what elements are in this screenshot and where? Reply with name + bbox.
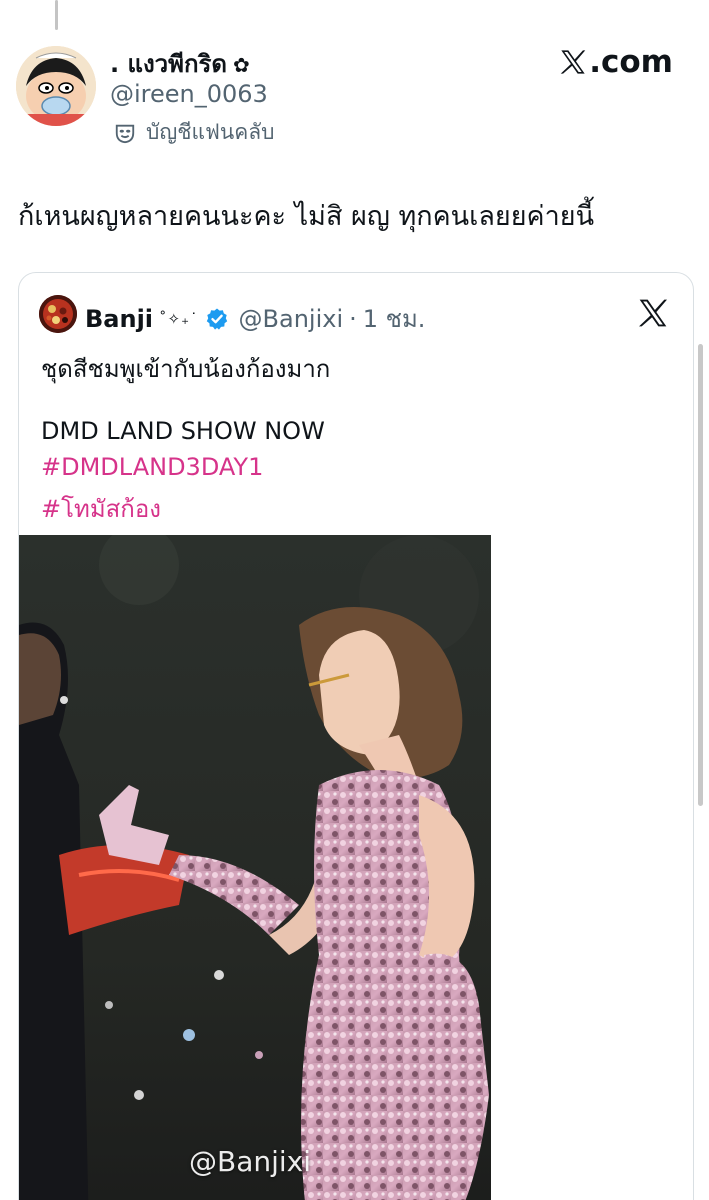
quoted-author-avatar[interactable] [39, 295, 77, 333]
author-avatar[interactable] [16, 46, 96, 126]
quoted-author-handle[interactable]: @Banjixi [239, 305, 344, 333]
fan-account-label: บัญชีแฟนคลับ [146, 120, 275, 144]
quoted-post-text: ชุดสีชมพูเข้ากับน้องก้องมาก [41, 355, 331, 383]
author-handle[interactable]: @ireen_0063 [110, 80, 268, 108]
display-name-text: . แงวพีกริด [110, 50, 227, 78]
concert-photo [19, 535, 491, 1200]
scrollbar[interactable] [698, 344, 703, 806]
quoted-author-name[interactable]: Banji [85, 305, 153, 333]
quoted-post-time[interactable]: 1 ชม. [363, 299, 426, 338]
x-logo-icon[interactable] [637, 297, 669, 329]
quoted-post-header: Banji ˚✧₊˙ @Banjixi · 1 ชม. [85, 299, 425, 338]
verified-badge-icon [206, 308, 227, 330]
author-display-name[interactable]: . แงวพีกริด ✿ [110, 44, 250, 83]
x-logo-icon [560, 50, 586, 74]
hashtag-link[interactable]: #DMDLAND3DAY1 [41, 453, 263, 481]
quoted-post-line2: DMD LAND SHOW NOW [41, 417, 325, 445]
quoted-post-card[interactable]: Banji ˚✧₊˙ @Banjixi · 1 ชม. ชุดสีชมพูเข้… [18, 272, 694, 1200]
quoted-post-media[interactable]: @Banjixi [19, 535, 491, 1200]
site-watermark: .com [559, 44, 673, 80]
meta-separator: · [349, 304, 357, 333]
fan-account-badge: บัญชีแฟนคลับ [114, 116, 274, 149]
sparkle-icon: ˚✧₊˙ [159, 309, 199, 328]
post-text: ก้เหนผญหลายคนนะคะ ไม่สิ ผญ ทุกคนเลยยค่าย… [18, 201, 595, 232]
mask-icon [115, 124, 135, 143]
thread-connector-line [55, 0, 58, 30]
site-label: .com [589, 44, 673, 80]
media-watermark: @Banjixi [189, 1145, 312, 1178]
hashtag-link[interactable]: #โทมัสก้อง [41, 489, 161, 528]
screenshot-page: . แงวพีกริด ✿ @ireen_0063 บัญชีแฟนคลับ .c… [0, 0, 709, 1200]
cartoon-avatar-icon [16, 46, 96, 126]
flower-icon: ✿ [232, 53, 250, 77]
food-avatar-icon [39, 295, 77, 333]
